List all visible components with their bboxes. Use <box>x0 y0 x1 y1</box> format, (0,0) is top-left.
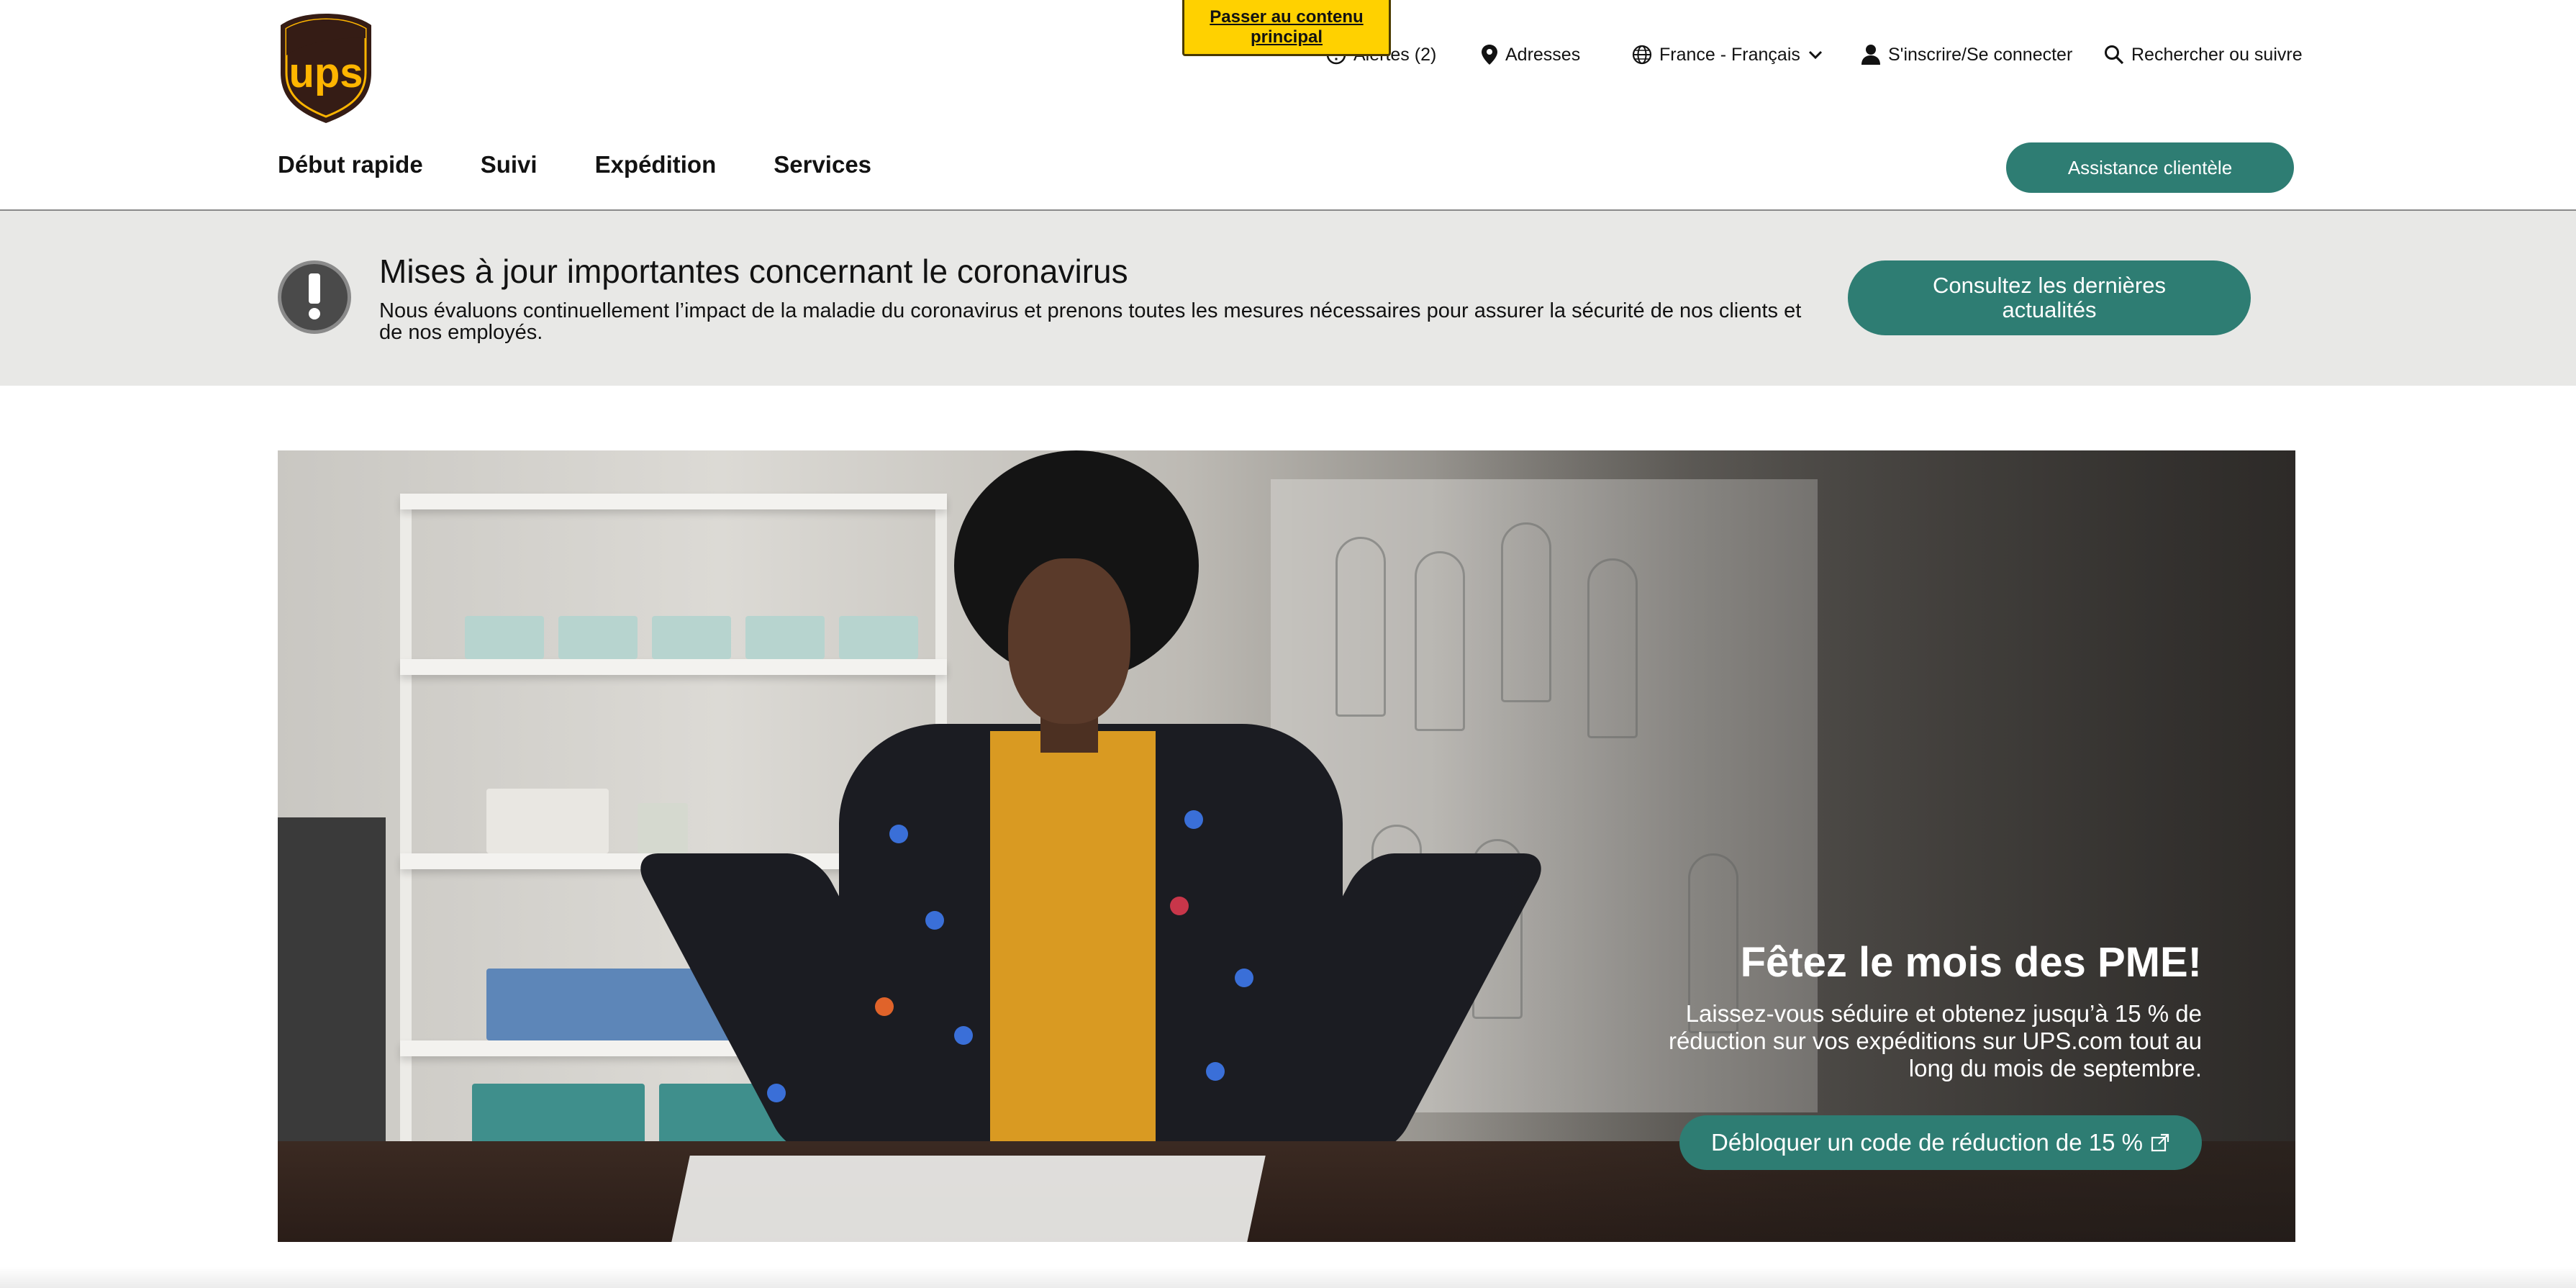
location-pin-icon <box>1482 45 1497 65</box>
unlock-discount-button[interactable]: Débloquer un code de réduction de 15 % <box>1679 1115 2202 1170</box>
chevron-down-icon <box>1808 50 1822 60</box>
skip-to-content-link[interactable]: Passer au contenu principal <box>1182 0 1391 56</box>
hero-button-label: Débloquer un code de réduction de 15 % <box>1711 1129 2143 1156</box>
hero-title: Fêtez le mois des PME! <box>1740 939 2202 986</box>
locations-link[interactable]: Adresses <box>1481 40 1580 69</box>
alert-description: Nous évaluons continuellement l’impact d… <box>379 299 1802 344</box>
ups-shield-icon: ups <box>281 14 371 123</box>
svg-text:ups: ups <box>289 50 363 96</box>
user-icon <box>1861 45 1880 65</box>
main-navigation: Début rapide Suivi Expédition Services <box>278 151 871 178</box>
locations-label: Adresses <box>1505 44 1581 65</box>
nav-item-tracking[interactable]: Suivi <box>481 151 538 178</box>
nav-item-shipping[interactable]: Expédition <box>595 151 717 178</box>
hero-banner: Fêtez le mois des PME! Laissez-vous sédu… <box>278 450 2295 1242</box>
search-label: Rechercher ou suivre <box>2131 44 2303 65</box>
login-label: S'inscrire/Se connecter <box>1888 44 2073 65</box>
search-track-link[interactable]: Rechercher ou suivre <box>2104 40 2303 69</box>
search-icon <box>2105 45 2124 65</box>
login-link[interactable]: S'inscrire/Se connecter <box>1861 40 2072 69</box>
customer-support-button[interactable]: Assistance clientèle <box>2006 142 2294 193</box>
nav-item-quick-start[interactable]: Début rapide <box>278 151 423 178</box>
external-link-icon <box>2151 1133 2169 1152</box>
hero-description: Laissez-vous séduire et obtenez jusqu’à … <box>1668 1000 2202 1081</box>
nav-item-services[interactable]: Services <box>774 151 871 178</box>
language-label: France - Français <box>1659 44 1800 65</box>
latest-news-button[interactable]: Consultez les dernières actualités <box>1848 260 2251 335</box>
alert-title: Mises à jour importantes concernant le c… <box>379 253 1128 290</box>
page-fold-shadow <box>0 1266 2576 1288</box>
exclamation-icon <box>278 260 351 334</box>
ups-logo[interactable]: ups <box>278 12 374 124</box>
globe-icon <box>1632 45 1652 65</box>
language-selector[interactable]: France - Français <box>1632 40 1823 69</box>
